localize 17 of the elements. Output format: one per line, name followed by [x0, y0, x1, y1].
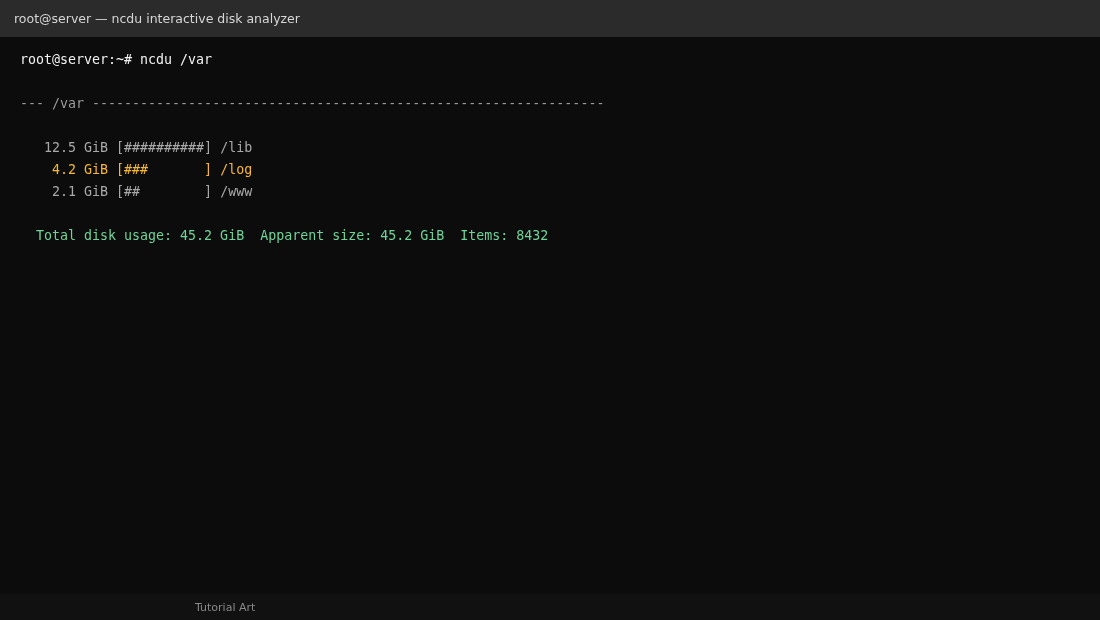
- usage-bar-text: [## ]: [116, 183, 213, 201]
- path-text: /log: [220, 161, 253, 179]
- size-text: 2.1 GiB: [51, 183, 109, 201]
- directory-row[interactable]: 12.5 GiB [##########] /lib: [20, 137, 253, 159]
- path-text: /lib: [220, 139, 253, 157]
- directory-header: --- /var ----------------------------------------------------------------: [20, 95, 605, 113]
- usage-bar-text: [##########]: [116, 139, 213, 157]
- size-text: 12.5 GiB: [43, 139, 109, 157]
- directory-row[interactable]: 2.1 GiB [## ] /www: [20, 181, 253, 203]
- path-text: /www: [220, 183, 253, 201]
- size-text: 4.2 GiB: [51, 161, 109, 179]
- directory-row[interactable]: 4.2 GiB [### ] /log: [20, 159, 253, 181]
- usage-bar-text: [### ]: [116, 161, 213, 179]
- window-title: root@server — ncdu interactive disk analyzer: [14, 11, 300, 26]
- command-line: root@server:~# ncdu /var: [20, 51, 213, 69]
- summary-text: Total disk usage: 45.2 GiB Apparent size: 45.2 GiB Items: 8432: [36, 227, 549, 245]
- status-text: Tutorial Art: [195, 600, 256, 614]
